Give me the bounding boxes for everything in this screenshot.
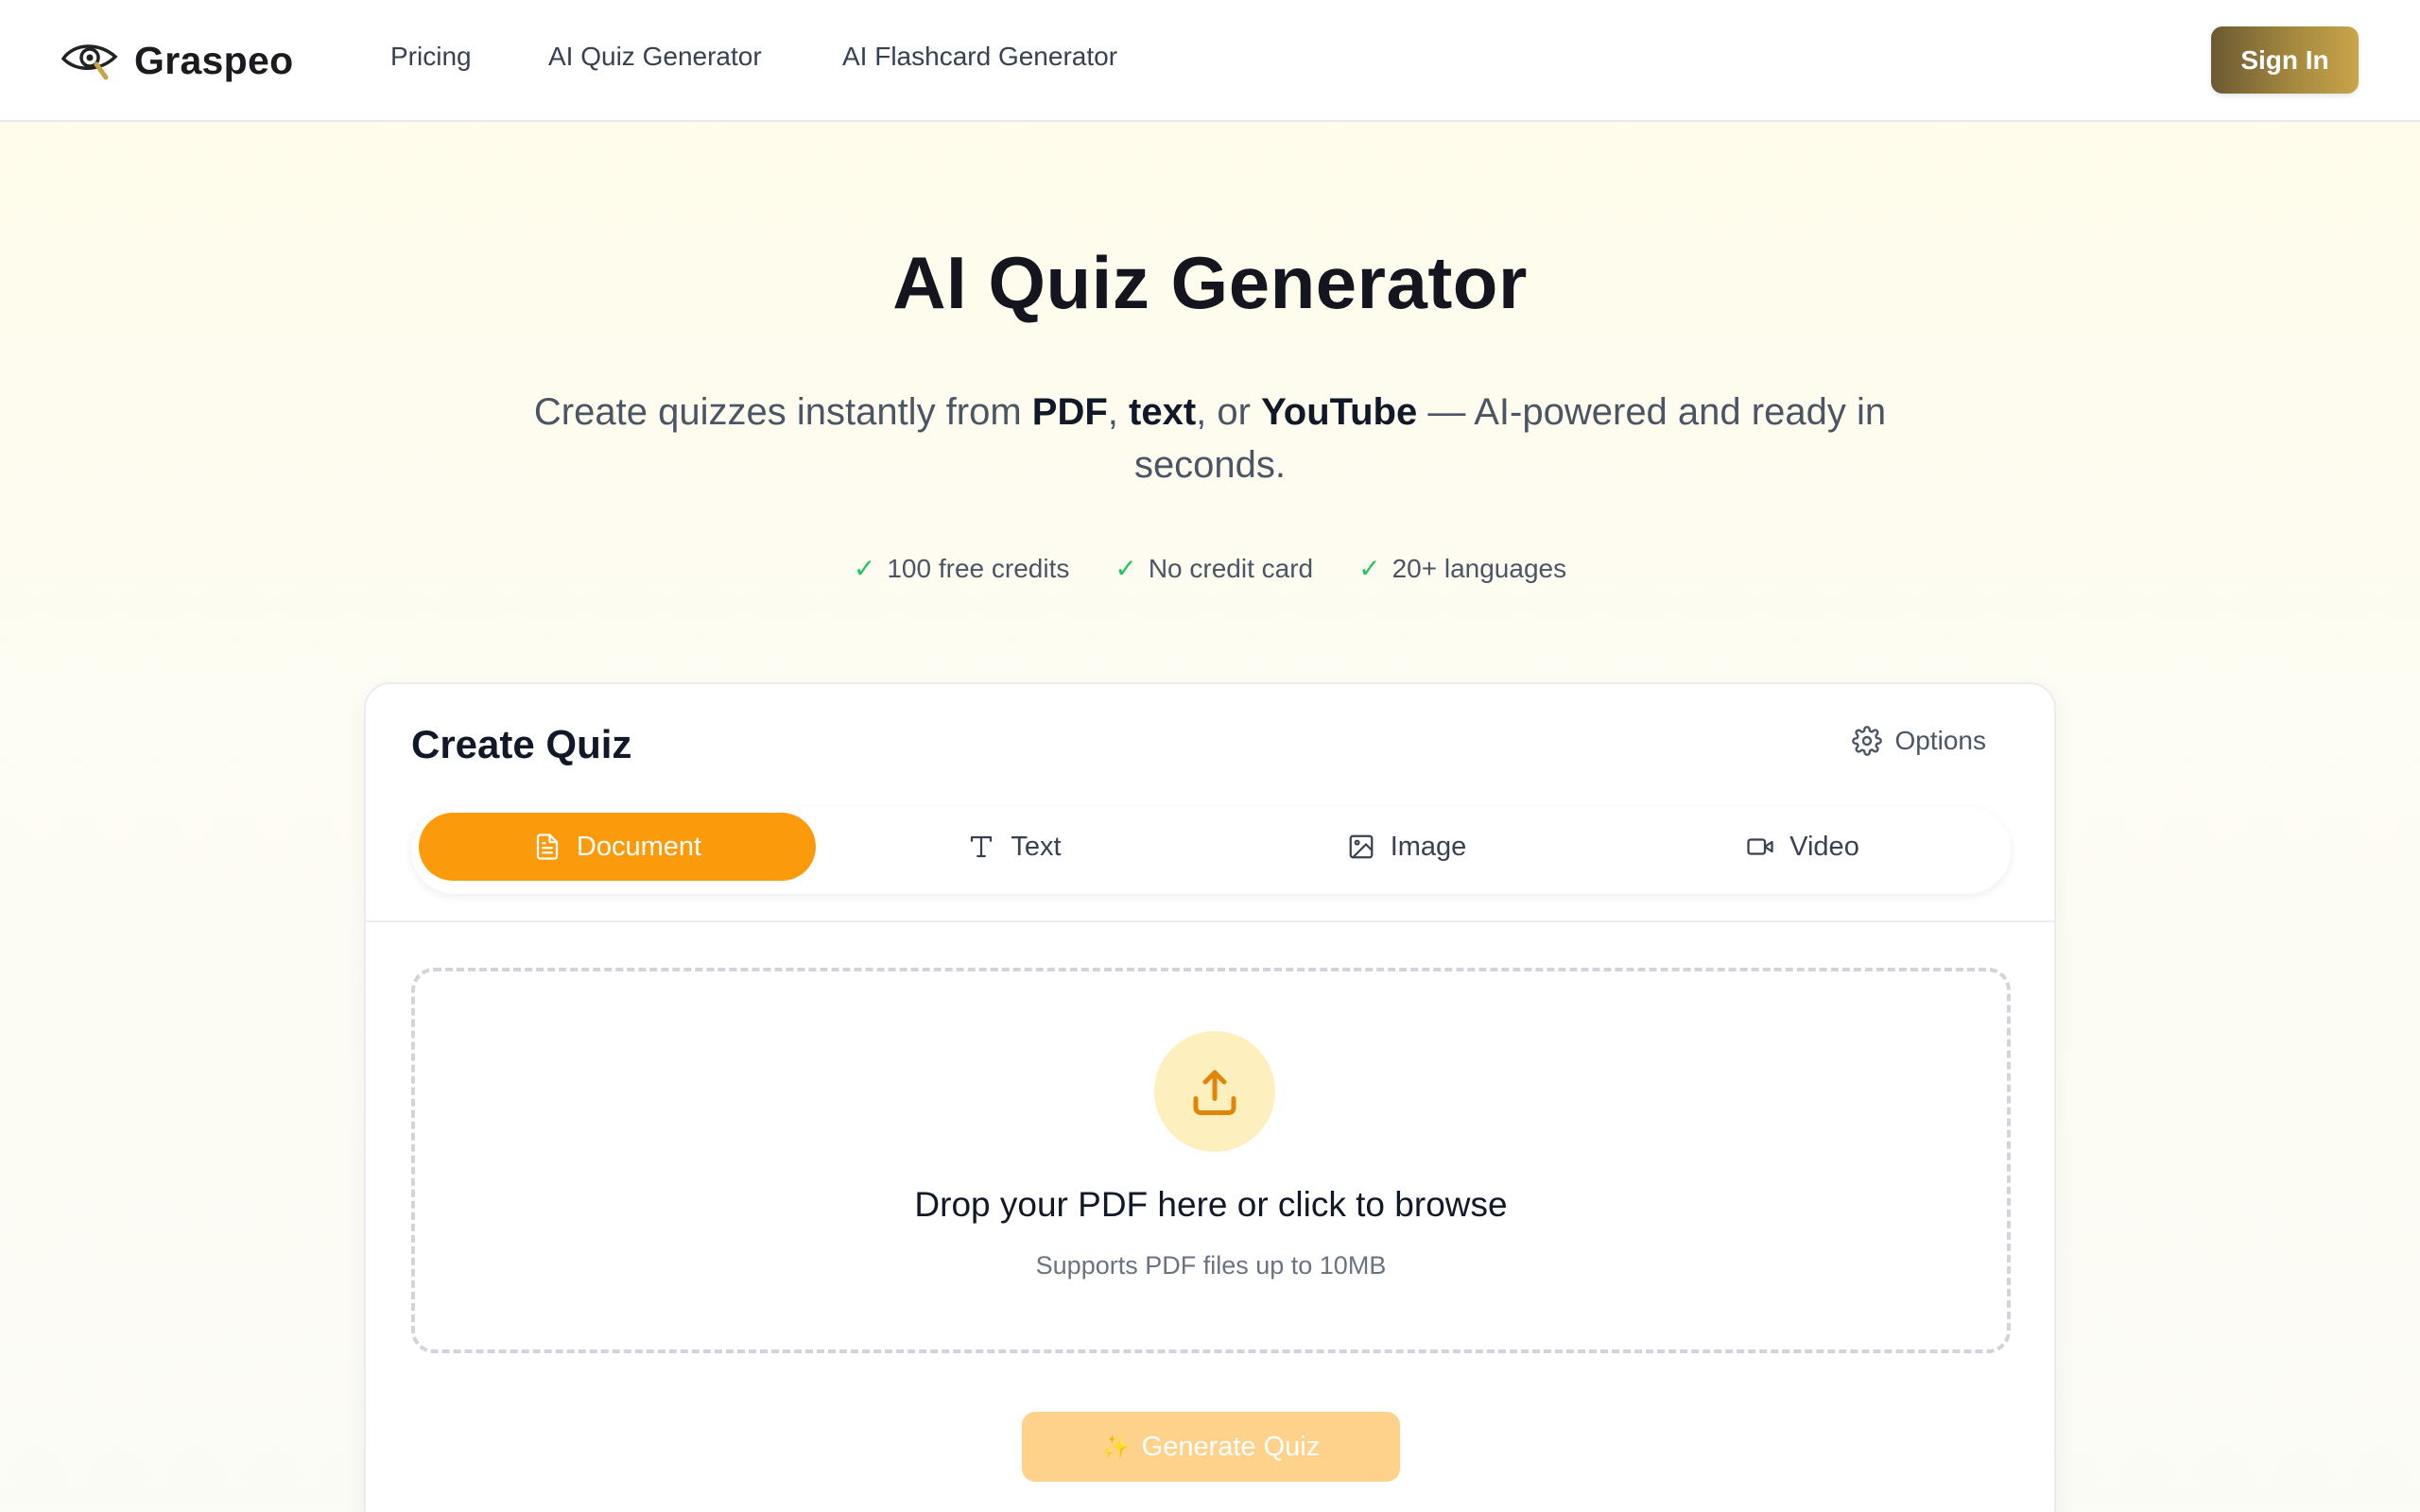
badge-no-credit-card: ✓ No credit card: [1115, 553, 1314, 584]
gear-icon: [1851, 726, 1882, 756]
generate-quiz-button[interactable]: ✨ Generate Quiz: [1022, 1412, 1400, 1482]
top-nav-bar: Graspeo Pricing AI Quiz Generator AI Fla…: [0, 0, 2420, 122]
page-title: AI Quiz Generator: [892, 241, 1528, 324]
card-title: Create Quiz: [411, 722, 632, 766]
tab-document[interactable]: Document: [419, 813, 816, 881]
pdf-dropzone[interactable]: Drop your PDF here or click to browse Su…: [411, 968, 2011, 1353]
eye-logo-icon: [60, 44, 118, 80]
brand-logo[interactable]: Graspeo: [60, 36, 293, 85]
sign-in-button[interactable]: Sign In: [2211, 26, 2359, 94]
nav-ai-quiz-generator[interactable]: AI Quiz Generator: [548, 42, 762, 72]
check-icon: ✓: [1115, 554, 1137, 583]
badge-free-credits: ✓ 100 free credits: [853, 553, 1070, 584]
options-button[interactable]: Options: [1851, 726, 1986, 756]
sparkle-icon: ✨: [1101, 1434, 1131, 1460]
check-icon: ✓: [1358, 554, 1381, 583]
dropzone-title: Drop your PDF here or click to browse: [914, 1185, 1508, 1224]
nav-pricing[interactable]: Pricing: [390, 42, 472, 72]
feature-badges: ✓ 100 free credits ✓ No credit card ✓ 20…: [0, 553, 2420, 584]
tab-text[interactable]: Text: [816, 813, 1213, 881]
brand-name: Graspeo: [134, 38, 294, 82]
image-icon: [1349, 834, 1374, 859]
nav-ai-flashcard-generator[interactable]: AI Flashcard Generator: [842, 42, 1117, 72]
card-divider: [366, 920, 2054, 922]
badge-languages: ✓ 20+ languages: [1358, 553, 1567, 584]
document-icon: [536, 833, 559, 860]
hero-subtitle: Create quizzes instantly from PDF, text,…: [533, 391, 1887, 486]
create-quiz-card: Create Quiz Options Document Text Image …: [364, 682, 2056, 1512]
text-icon: [971, 835, 993, 858]
video-icon: [1747, 838, 1773, 855]
source-tabs: Document Text Image Video: [411, 807, 2011, 894]
upload-icon: [1193, 1070, 1236, 1115]
tab-image[interactable]: Image: [1208, 813, 1605, 881]
tab-video[interactable]: Video: [1604, 813, 2001, 881]
dropzone-subtitle: Supports PDF files up to 10MB: [1035, 1251, 1387, 1280]
upload-icon-circle: [1154, 1031, 1275, 1152]
check-icon: ✓: [853, 554, 876, 583]
